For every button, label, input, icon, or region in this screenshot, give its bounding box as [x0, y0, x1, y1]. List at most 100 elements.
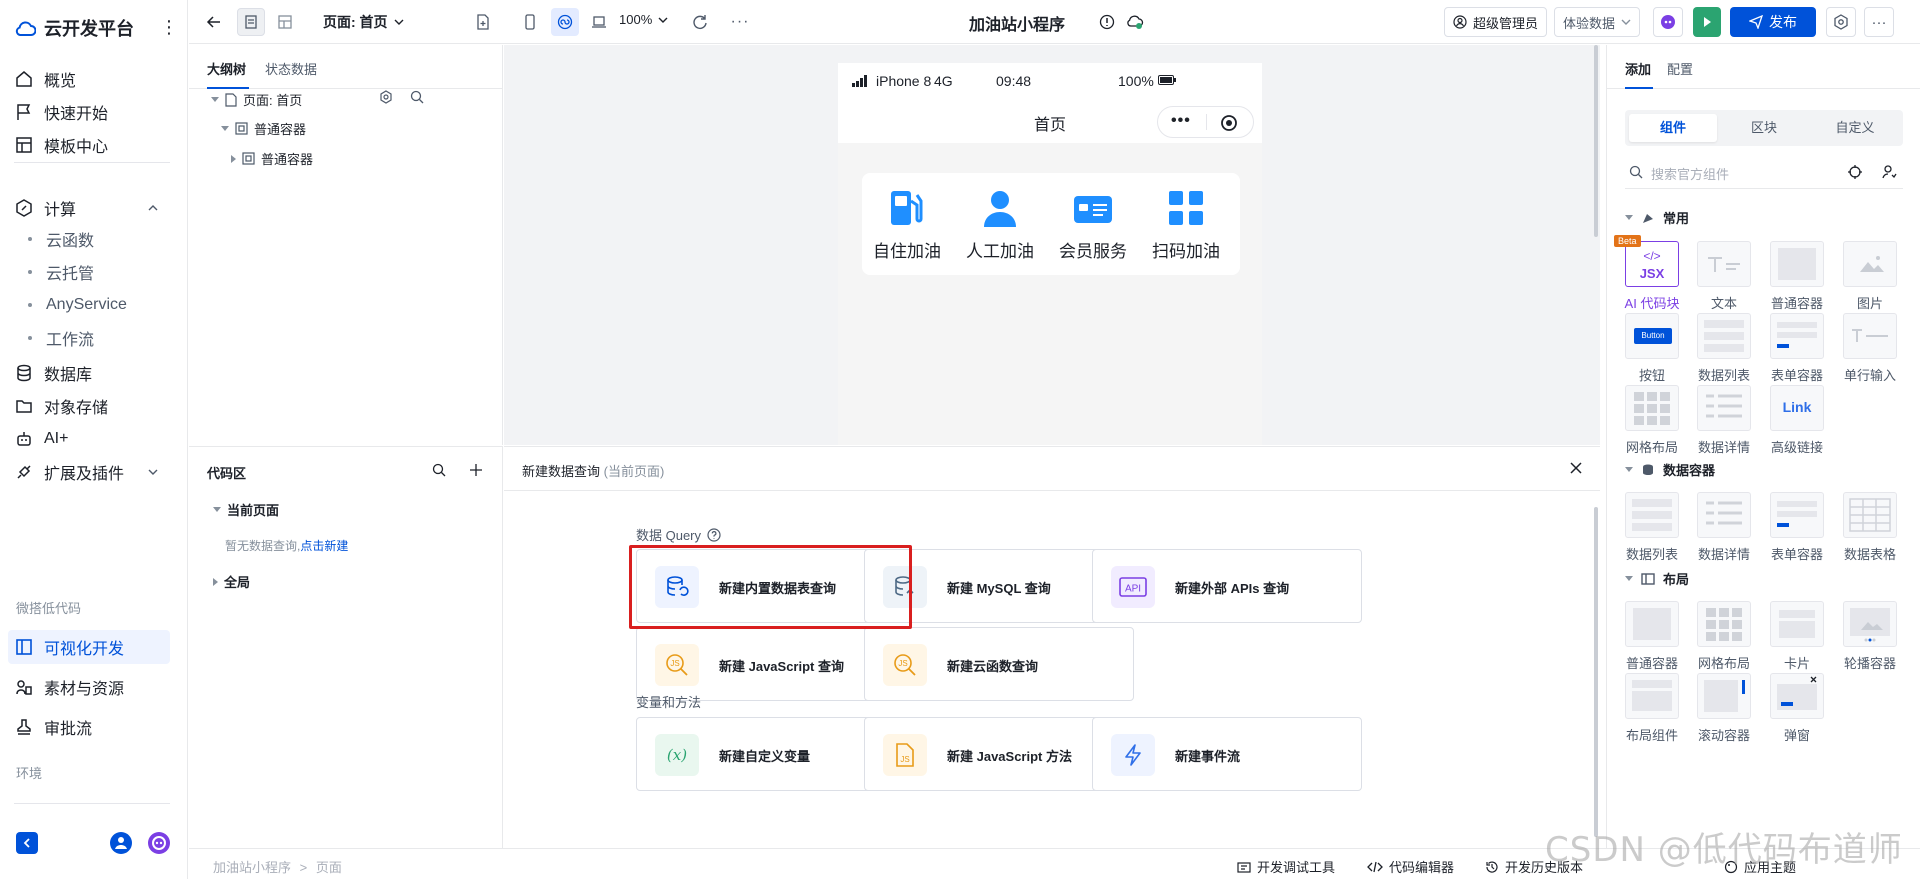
component-button[interactable]: Button 按钮	[1622, 313, 1682, 384]
miniprogram-view-button[interactable]	[551, 8, 579, 36]
component-modal[interactable]: 弹窗	[1767, 673, 1827, 744]
group-layout[interactable]: 布局	[1625, 569, 1689, 588]
page-list-button[interactable]	[237, 8, 265, 36]
close-target-icon[interactable]	[1220, 114, 1238, 132]
nav-quickstart[interactable]: 快速开始	[14, 97, 108, 127]
data-mode-select[interactable]: 体验数据	[1554, 7, 1641, 37]
back-button[interactable]	[201, 8, 227, 36]
service-manual-fuel[interactable]: 人工加油	[955, 187, 1045, 262]
tree-node-container[interactable]: 普通容器	[221, 119, 306, 138]
info-button[interactable]	[1095, 8, 1119, 36]
nav-assets[interactable]: 素材与资源	[14, 672, 124, 702]
nav-approval[interactable]: 审批流	[14, 712, 92, 742]
component-search[interactable]: 搜索官方组件	[1625, 155, 1903, 189]
cloud-sync-button[interactable]	[1123, 8, 1147, 36]
zoom-selector[interactable]: 100%	[619, 12, 668, 27]
component-ai-code-block[interactable]: </> JSX Beta AI 代码块	[1614, 235, 1682, 312]
more-vertical-icon[interactable]: ⋮	[160, 18, 178, 36]
code-current-page[interactable]: 当前页面	[213, 500, 279, 519]
chevron-up-icon[interactable]	[148, 203, 158, 213]
add-page-button[interactable]	[469, 8, 497, 36]
tab-add[interactable]: 添加	[1625, 59, 1651, 78]
component-grid-layout[interactable]: 网格布局	[1622, 385, 1682, 456]
component-container[interactable]: 普通容器	[1622, 601, 1682, 672]
card-event-flow[interactable]: 新建事件流	[1092, 717, 1362, 791]
component-layout[interactable]: 布局组件	[1622, 673, 1682, 744]
group-common[interactable]: 常用	[1625, 208, 1689, 227]
segment-custom[interactable]: 自定义	[1811, 114, 1899, 142]
component-scroll-container[interactable]: 滚动容器	[1694, 673, 1754, 744]
close-icon[interactable]	[1570, 462, 1582, 474]
nav-overview[interactable]: 概览	[14, 64, 76, 94]
target-icon[interactable]	[1847, 164, 1863, 180]
card-external-api-query[interactable]: API 新建外部 APIs 查询	[1092, 549, 1362, 623]
service-scan-fuel[interactable]: 扫码加油	[1141, 187, 1231, 262]
component-form-container[interactable]: 表单容器	[1767, 313, 1827, 384]
gear-icon[interactable]	[379, 90, 393, 104]
component-text[interactable]: 文本	[1694, 241, 1754, 312]
mobile-view-button[interactable]	[517, 8, 543, 36]
search-icon[interactable]	[410, 90, 424, 104]
group-data-container[interactable]: 数据容器	[1625, 460, 1715, 479]
refresh-button[interactable]	[687, 8, 713, 36]
nav-cloud-hosting[interactable]: 云托管	[28, 258, 94, 286]
more-dots-icon[interactable]: •••	[1171, 113, 1191, 129]
nav-anyservice[interactable]: AnyService	[28, 291, 127, 319]
component-data-list[interactable]: 数据列表	[1622, 492, 1682, 563]
canvas-scrollbar[interactable]	[1594, 45, 1598, 237]
component-image[interactable]: 图片	[1840, 241, 1900, 312]
user-avatar-icon[interactable]	[110, 832, 132, 854]
tab-outline-tree[interactable]: 大纲树	[207, 59, 246, 78]
layout-view-button[interactable]	[271, 8, 299, 36]
code-editor-button[interactable]: 代码编辑器	[1367, 857, 1454, 876]
service-self-fuel[interactable]: 自住加油	[862, 187, 952, 262]
nav-compute[interactable]: 计算	[14, 193, 76, 223]
assistant-icon[interactable]	[148, 832, 170, 854]
component-container[interactable]: 普通容器	[1767, 241, 1827, 312]
segment-blocks[interactable]: 区块	[1720, 114, 1808, 142]
component-data-detail[interactable]: 数据详情	[1694, 492, 1754, 563]
help-icon[interactable]	[707, 527, 721, 542]
settings-button[interactable]	[1826, 7, 1856, 37]
preview-button[interactable]	[1693, 7, 1721, 37]
publish-button[interactable]: 发布	[1730, 7, 1816, 37]
nav-extensions[interactable]: 扩展及插件	[14, 457, 124, 487]
component-data-table[interactable]: 数据表格	[1840, 492, 1900, 563]
component-form-container[interactable]: 表单容器	[1767, 492, 1827, 563]
breadcrumb-page[interactable]: 页面	[316, 860, 342, 875]
query-scrollbar[interactable]	[1594, 507, 1598, 837]
nav-ai[interactable]: AI+	[14, 424, 68, 454]
search-icon[interactable]	[432, 463, 446, 477]
component-card[interactable]: 卡片	[1767, 601, 1827, 672]
nav-workflow[interactable]: 工作流	[28, 324, 94, 352]
tree-node-page[interactable]: 页面: 首页	[211, 90, 302, 109]
user-component-icon[interactable]	[1881, 164, 1897, 180]
tree-node-container[interactable]: 普通容器	[231, 149, 313, 168]
segment-components[interactable]: 组件	[1629, 114, 1717, 142]
component-single-input[interactable]: 单行输入	[1840, 313, 1900, 384]
user-role-button[interactable]: 超级管理员	[1444, 7, 1548, 37]
component-grid-layout[interactable]: 网格布局	[1694, 601, 1754, 672]
tab-state-data[interactable]: 状态数据	[265, 59, 317, 78]
nav-visual-dev[interactable]: 可视化开发	[14, 632, 124, 662]
component-carousel[interactable]: 轮播容器	[1840, 601, 1900, 672]
breadcrumb-app[interactable]: 加油站小程序	[213, 860, 291, 875]
create-query-link[interactable]: 点击新建	[300, 539, 348, 553]
plus-icon[interactable]	[469, 463, 483, 477]
more-horizontal-icon[interactable]: ···	[727, 8, 753, 36]
component-data-list[interactable]: 数据列表	[1694, 313, 1754, 384]
nav-templates[interactable]: 模板中心	[14, 130, 108, 160]
service-member[interactable]: 会员服务	[1048, 187, 1138, 262]
more-menu-button[interactable]: ···	[1864, 7, 1894, 37]
ai-assistant-button[interactable]	[1653, 7, 1683, 37]
component-advanced-link[interactable]: Link 高级链接	[1767, 385, 1827, 456]
nav-storage[interactable]: 对象存储	[14, 391, 108, 421]
chevron-down-icon[interactable]	[148, 467, 158, 477]
tab-config[interactable]: 配置	[1667, 59, 1693, 78]
miniprogram-capsule[interactable]: •••	[1157, 106, 1254, 138]
debug-tools-button[interactable]: 开发调试工具	[1237, 857, 1335, 876]
card-cloud-function-query[interactable]: JS 新建云函数查询	[864, 627, 1134, 701]
nav-cloud-function[interactable]: 云函数	[28, 225, 94, 253]
nav-database[interactable]: 数据库	[14, 358, 92, 388]
component-data-detail[interactable]: 数据详情	[1694, 385, 1754, 456]
